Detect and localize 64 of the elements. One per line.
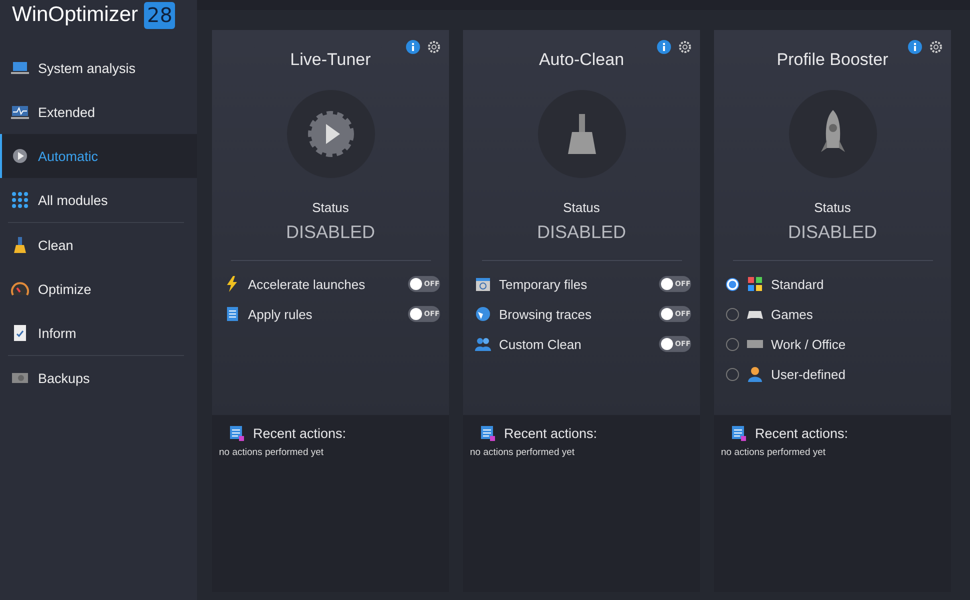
- sidebar-item[interactable]: System analysis: [0, 46, 197, 90]
- person-icon: [747, 366, 763, 382]
- radio-button[interactable]: [726, 338, 739, 350]
- option-label: Temporary files: [499, 276, 588, 292]
- radio-button[interactable]: [726, 308, 739, 320]
- windows-icon: [747, 276, 763, 292]
- broom-icon: [538, 90, 626, 178]
- radio-button[interactable]: [726, 368, 739, 380]
- sidebar-item[interactable]: All modules: [0, 178, 197, 222]
- status-label: Status: [563, 200, 600, 215]
- recent-actions-text: no actions performed yet: [470, 447, 576, 458]
- option-label: User-defined: [771, 366, 846, 382]
- option-label: Work / Office: [771, 336, 847, 352]
- document-icon: [224, 306, 240, 322]
- globe-icon: [475, 306, 491, 322]
- clipboard-icon: [11, 324, 29, 342]
- play-gear-icon: [11, 147, 29, 165]
- sidebar-item[interactable]: Clean: [0, 223, 197, 267]
- sidebar-item[interactable]: Extended: [0, 90, 197, 134]
- option-label: Custom Clean: [499, 336, 582, 352]
- version-badge: 28: [144, 2, 176, 28]
- option-label: Apply rules: [248, 306, 314, 322]
- recent-actions-text: no actions performed yet: [219, 447, 325, 458]
- status-value: DISABLED: [788, 222, 878, 243]
- status-value: DISABLED: [286, 222, 376, 243]
- list-document-icon: [480, 425, 496, 441]
- status-value: DISABLED: [536, 222, 626, 243]
- radio-button[interactable]: [726, 278, 739, 290]
- status-label: Status: [814, 200, 851, 215]
- recent-actions-title: Recent actions:: [755, 426, 848, 440]
- option-label: Browsing traces: [499, 306, 592, 322]
- bolt-icon: [224, 276, 240, 292]
- info-icon[interactable]: [908, 40, 922, 54]
- grid-icon: [11, 191, 29, 209]
- status-label: Status: [312, 200, 349, 215]
- sidebar-item[interactable]: Optimize: [0, 267, 197, 311]
- sidebar-item[interactable]: Automatic: [0, 134, 197, 178]
- list-document-icon: [731, 425, 747, 441]
- calendar-icon: [475, 276, 491, 292]
- module-title: Profile Booster: [776, 50, 888, 70]
- module-title: Auto-Clean: [538, 50, 624, 70]
- settings-icon[interactable]: [678, 40, 692, 54]
- option-label: Accelerate launches: [248, 276, 366, 292]
- laptop-icon: [11, 59, 29, 77]
- info-icon[interactable]: [657, 40, 671, 54]
- gauge-icon: [11, 280, 29, 298]
- list-document-icon: [229, 425, 245, 441]
- info-icon[interactable]: [406, 40, 420, 54]
- monitor-wave-icon: [11, 103, 29, 121]
- broom-icon: [11, 236, 29, 254]
- option-label: Standard: [771, 276, 825, 292]
- sidebar-item[interactable]: Inform: [0, 311, 197, 355]
- recent-actions-title: Recent actions:: [504, 426, 598, 440]
- app-name: WinOptimizer: [12, 3, 138, 27]
- module-title: Live-Tuner: [290, 50, 371, 70]
- option-label: Games: [771, 306, 814, 322]
- sidebar-item[interactable]: Backups: [0, 356, 197, 400]
- settings-icon[interactable]: [427, 40, 441, 54]
- recent-actions-title: Recent actions:: [253, 426, 346, 440]
- play-gear-icon: [286, 90, 374, 178]
- recent-actions-text: no actions performed yet: [721, 447, 827, 458]
- settings-icon[interactable]: [929, 40, 943, 54]
- rocket-icon: [788, 90, 876, 178]
- people-icon: [475, 336, 491, 352]
